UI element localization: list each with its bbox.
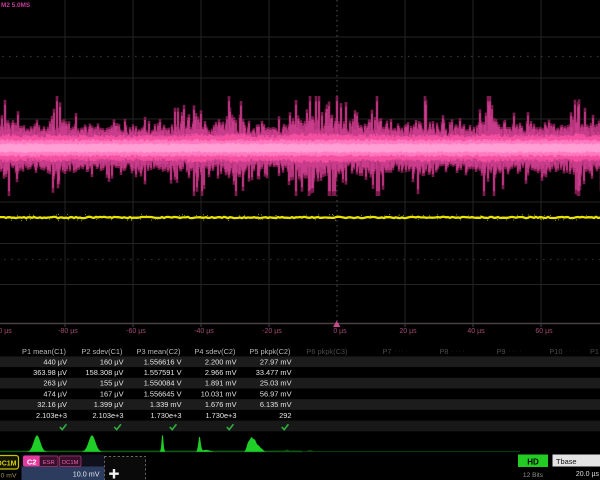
svg-text:P3 mean(C2): P3 mean(C2) <box>137 347 181 356</box>
svg-text:1.557591 V: 1.557591 V <box>144 368 182 377</box>
svg-text:····: ···· <box>509 348 523 355</box>
svg-text:P4 sdev(C2): P4 sdev(C2) <box>194 347 235 356</box>
svg-text:1.550084 V: 1.550084 V <box>144 379 182 388</box>
svg-text:10.0 mV: 10.0 mV <box>73 470 100 479</box>
svg-text:155 µV: 155 µV <box>100 379 124 388</box>
svg-text:33.477 mV: 33.477 mV <box>256 368 292 377</box>
svg-text:DC1M: DC1M <box>62 460 79 466</box>
svg-text:1.676 mV: 1.676 mV <box>205 400 237 409</box>
svg-text:HD: HD <box>527 457 539 466</box>
svg-text:2.200 mV: 2.200 mV <box>205 357 237 366</box>
svg-text:56.97 mV: 56.97 mV <box>260 389 292 398</box>
svg-text:32.16 µV: 32.16 µV <box>37 400 67 409</box>
svg-text:60 µs: 60 µs <box>535 328 553 335</box>
svg-text:292: 292 <box>279 411 291 420</box>
svg-text:263 µV: 263 µV <box>43 379 67 388</box>
svg-text:-20 µs: -20 µs <box>262 328 282 335</box>
svg-text:P1: P1 <box>590 347 599 356</box>
svg-text:M2 5.0MS: M2 5.0MS <box>1 2 31 9</box>
svg-text:363.98 µV: 363.98 µV <box>33 368 67 377</box>
svg-text:-100 µs: -100 µs <box>0 328 12 335</box>
svg-text:-40 µs: -40 µs <box>194 328 214 335</box>
svg-text:20.0 µs: 20.0 µs <box>576 471 600 478</box>
svg-text:1.339 mV: 1.339 mV <box>150 400 182 409</box>
svg-text:C2: C2 <box>27 457 37 466</box>
svg-text:DC1M: DC1M <box>0 461 17 468</box>
svg-text:2.103e+3: 2.103e+3 <box>36 411 67 420</box>
svg-text:10.031 mV: 10.031 mV <box>201 389 237 398</box>
svg-text:Tbase: Tbase <box>556 457 577 466</box>
svg-text:40 µs: 40 µs <box>467 328 485 335</box>
svg-text:25.03 mV: 25.03 mV <box>260 379 292 388</box>
svg-text:1.730e+3: 1.730e+3 <box>205 411 236 420</box>
svg-text:····: ···· <box>395 348 409 355</box>
svg-text:27.97 mV: 27.97 mV <box>260 357 292 366</box>
svg-text:-80 µs: -80 µs <box>58 328 78 335</box>
svg-text:····: ···· <box>566 348 580 355</box>
svg-text:P2 sdev(C1): P2 sdev(C1) <box>81 347 122 356</box>
svg-text:2.966 mV: 2.966 mV <box>205 368 237 377</box>
svg-text:474 µV: 474 µV <box>43 389 67 398</box>
svg-text:6.135 mV: 6.135 mV <box>260 400 292 409</box>
svg-text:160 µV: 160 µV <box>100 357 124 366</box>
svg-text:1.556645 V: 1.556645 V <box>144 389 182 398</box>
svg-text:P5 pkpk(C2): P5 pkpk(C2) <box>249 347 290 356</box>
svg-text:····: ···· <box>452 348 466 355</box>
svg-text:P8: P8 <box>439 347 448 356</box>
svg-text:440 µV: 440 µV <box>43 357 67 366</box>
svg-text:1.556616 V: 1.556616 V <box>144 357 182 366</box>
svg-text:167 µV: 167 µV <box>100 389 124 398</box>
svg-text:P7: P7 <box>382 347 391 356</box>
svg-text:1.730e+3: 1.730e+3 <box>150 411 181 420</box>
svg-text:12 Bits: 12 Bits <box>523 472 544 479</box>
svg-text:158.308 µV: 158.308 µV <box>86 368 124 377</box>
svg-text:1.399 µV: 1.399 µV <box>94 400 124 409</box>
svg-text:0 µs: 0 µs <box>333 328 347 335</box>
svg-text:1.891 mV: 1.891 mV <box>205 379 237 388</box>
svg-text:ESR: ESR <box>43 460 55 466</box>
svg-text:P6 pkpk(C3): P6 pkpk(C3) <box>306 347 347 356</box>
svg-text:-60 µs: -60 µs <box>126 328 146 335</box>
svg-text:2.103e+3: 2.103e+3 <box>92 411 123 420</box>
svg-text:P10: P10 <box>549 347 562 356</box>
svg-text:0 mV: 0 mV <box>1 473 17 480</box>
svg-text:P9: P9 <box>496 347 505 356</box>
svg-text:20 µs: 20 µs <box>399 328 417 335</box>
svg-text:P1 mean(C1): P1 mean(C1) <box>22 347 66 356</box>
